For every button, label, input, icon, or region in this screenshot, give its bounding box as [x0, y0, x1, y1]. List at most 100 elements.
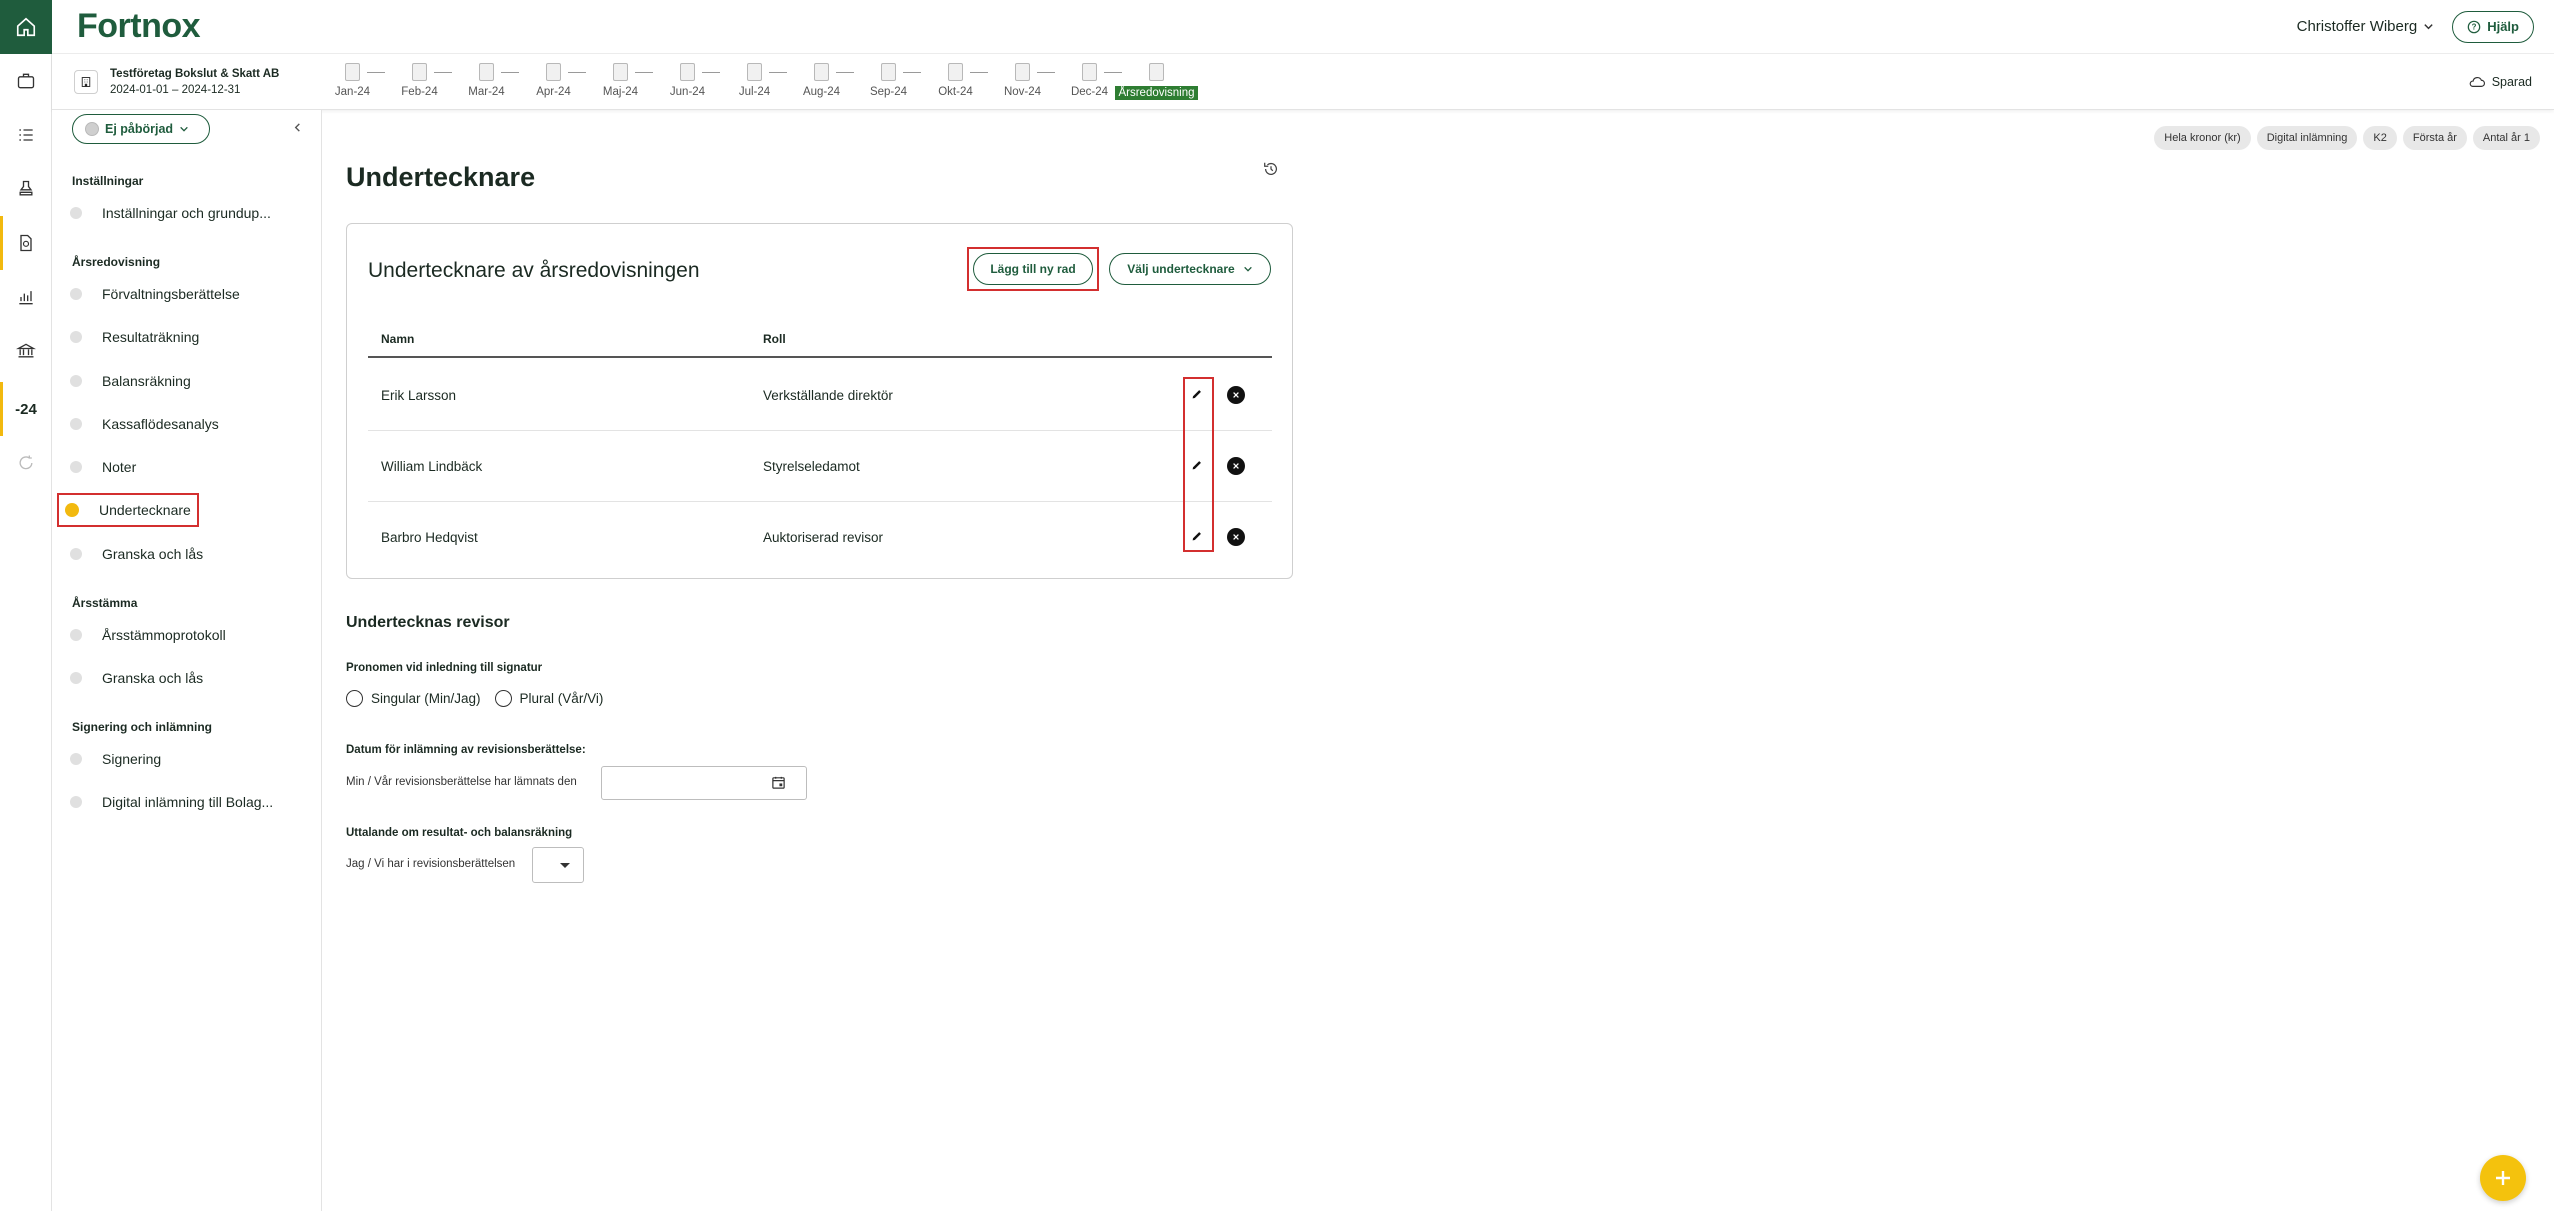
settings-tag[interactable]: Hela kronor (kr)	[2154, 126, 2251, 150]
nav-item-signering[interactable]: Signering	[64, 742, 161, 776]
date-input[interactable]	[601, 766, 807, 800]
period-label: Jul-24	[738, 86, 771, 98]
nav-item-noter[interactable]: Noter	[64, 450, 136, 484]
nav-item-label: Kassaflödesanalys	[102, 416, 219, 432]
user-name: Christoffer Wiberg	[2296, 18, 2418, 35]
period-item[interactable]: Feb-24	[386, 63, 453, 98]
nav-item-granska-och-las[interactable]: Granska och lås	[64, 537, 203, 571]
nav-item-label: Resultaträkning	[102, 329, 200, 345]
close-icon[interactable]	[1227, 457, 1245, 475]
bank-icon[interactable]	[0, 324, 52, 378]
signer-role: Styrelseledamot	[763, 459, 860, 474]
nav-item-arsstammoprotokoll[interactable]: Årsstämmoprotokoll	[64, 618, 226, 652]
period-item[interactable]: Maj-24	[587, 63, 654, 98]
period-item[interactable]: Nov-24	[989, 63, 1056, 98]
refresh-icon[interactable]	[0, 436, 52, 490]
choose-signer-label: Välj undertecknare	[1127, 262, 1235, 276]
radio-plural[interactable]: Plural (Vår/Vi)	[494, 690, 604, 707]
settings-tag[interactable]: Digital inlämning	[2256, 126, 2358, 150]
nav-item-granska-och-las-2[interactable]: Granska och lås	[64, 661, 203, 695]
main-content: Hela kronor (kr) Digital inlämning K2 Först…	[346, 110, 2554, 1211]
period-item[interactable]: Sep-24	[855, 63, 922, 98]
document-icon	[412, 63, 427, 81]
column-header-name: Namn	[381, 332, 415, 346]
period-item[interactable]: Jul-24	[721, 63, 788, 98]
period-item[interactable]: Aug-24	[788, 63, 855, 98]
status-bullet-icon	[70, 753, 82, 765]
period-item[interactable]: Dec-24	[1056, 63, 1123, 98]
close-icon[interactable]	[1227, 386, 1245, 404]
radio-circle-icon	[494, 690, 512, 707]
status-bullet-icon	[70, 207, 82, 219]
period-item[interactable]: Okt-24	[922, 63, 989, 98]
nav-item-balansrakning[interactable]: Balansräkning	[64, 364, 191, 398]
choose-signer-button[interactable]: Välj undertecknare	[1109, 253, 1271, 285]
nav-item-digital-inlamning[interactable]: Digital inlämning till Bolag...	[64, 785, 273, 819]
card-title: Undertecknare av årsredovisningen	[368, 259, 700, 282]
table-row: Erik Larsson Verkställande direktör	[368, 360, 1272, 431]
timeline-connector	[970, 72, 988, 73]
highlight-box	[1183, 377, 1214, 552]
nav-item-label: Årsstämmoprotokoll	[102, 627, 226, 643]
period-label: Mar-24	[468, 86, 505, 98]
status-bullet-icon	[70, 672, 82, 684]
radio-label: Singular (Min/Jag)	[371, 691, 481, 706]
nav-item-label: Undertecknare	[99, 502, 191, 518]
home-icon[interactable]	[0, 0, 52, 54]
nav-item-kassaflodesanalys[interactable]: Kassaflödesanalys	[64, 407, 219, 441]
statement-select[interactable]	[532, 847, 584, 883]
period-label: Maj-24	[602, 86, 639, 98]
timeline-connector	[568, 72, 586, 73]
status-dropdown[interactable]: Ej påbörjad	[72, 114, 210, 144]
radio-label: Plural (Vår/Vi)	[519, 691, 604, 706]
nav-section-title: Årsstämma	[72, 596, 138, 610]
add-fab-button[interactable]	[2480, 1155, 2526, 1201]
period-item[interactable]: Mar-24	[453, 63, 520, 98]
settings-tag[interactable]: K2	[2363, 126, 2397, 150]
month-timeline: Jan-24 Feb-24 Mar-24 Apr-24 Maj-24 Jun-24 Jul-…	[319, 63, 1198, 100]
document-icon	[1015, 63, 1030, 81]
nav-item-forvaltningsberattelse[interactable]: Förvaltningsberättelse	[64, 277, 240, 311]
timeline-connector	[769, 72, 787, 73]
company-info[interactable]: Testföretag Bokslut & Skatt AB 2024-01-0…	[74, 68, 319, 96]
top-header: Fortnox Christoffer Wiberg ? Hjälp	[52, 0, 2554, 54]
annual-report-icon[interactable]	[0, 216, 52, 270]
history-icon[interactable]	[1262, 160, 1280, 183]
column-header-role: Roll	[763, 332, 786, 346]
list-check-icon[interactable]	[0, 108, 52, 162]
building-icon	[74, 69, 98, 94]
period-item[interactable]: Jan-24	[319, 63, 386, 98]
icon-rail: -24	[0, 0, 52, 1211]
year-selector[interactable]: -24	[0, 382, 52, 436]
collapse-sidebar-icon[interactable]	[292, 120, 303, 138]
status-bullet-icon	[70, 375, 82, 387]
user-menu[interactable]: Christoffer Wiberg	[2297, 18, 2435, 35]
help-button[interactable]: ? Hjälp	[2452, 10, 2534, 43]
bar-chart-icon[interactable]	[0, 270, 52, 324]
timeline-connector	[702, 72, 720, 73]
table-row: Barbro Hedqvist Auktoriserad revisor	[368, 502, 1272, 573]
briefcase-icon[interactable]	[0, 54, 52, 108]
period-item-annual-report[interactable]: Årsredovisning	[1115, 63, 1198, 100]
add-row-button[interactable]: Lägg till ny rad	[973, 253, 1093, 285]
signer-name: William Lindbäck	[381, 459, 483, 474]
period-item[interactable]: Jun-24	[654, 63, 721, 98]
period-item[interactable]: Apr-24	[520, 63, 587, 98]
nav-item-undertecknare[interactable]: Undertecknare	[57, 493, 199, 527]
nav-item-resultatrakning[interactable]: Resultaträkning	[64, 320, 199, 354]
page-title: Undertecknare	[346, 162, 536, 192]
nav-item-settings[interactable]: Inställningar och grundup...	[64, 196, 271, 230]
nav-item-label: Noter	[102, 459, 137, 475]
fortnox-logo[interactable]: Fortnox	[77, 7, 201, 46]
radio-singular[interactable]: Singular (Min/Jag)	[346, 690, 481, 707]
close-icon[interactable]	[1227, 528, 1245, 546]
radio-circle-icon	[346, 690, 363, 707]
stamp-icon[interactable]	[0, 162, 52, 216]
calendar-icon[interactable]	[771, 775, 786, 795]
document-icon	[479, 63, 494, 81]
status-bullet-icon	[70, 288, 82, 300]
document-icon	[1149, 63, 1164, 81]
settings-tag[interactable]: Antal år 1	[2472, 126, 2540, 150]
settings-tag[interactable]: Första år	[2402, 126, 2467, 150]
settings-tags: Hela kronor (kr) Digital inlämning K2 Först…	[2154, 126, 2540, 150]
